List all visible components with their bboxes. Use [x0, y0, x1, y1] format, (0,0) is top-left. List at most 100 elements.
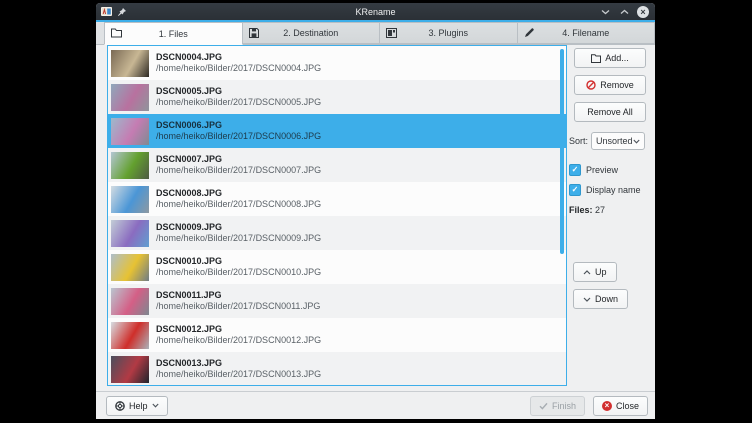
file-thumbnail	[111, 288, 149, 315]
preview-checkbox[interactable]: ✓	[569, 164, 581, 176]
file-path: /home/heiko/Bilder/2017/DSCN0007.JPG	[156, 165, 321, 176]
file-name: DSCN0009.JPG	[156, 222, 321, 233]
file-thumbnail	[111, 84, 149, 111]
file-name: DSCN0008.JPG	[156, 188, 321, 199]
tab-label: 1. Files	[159, 29, 188, 39]
sort-dropdown[interactable]: Unsorted	[591, 132, 645, 150]
folder-add-icon	[591, 54, 601, 63]
file-row[interactable]: DSCN0008.JPG /home/heiko/Bilder/2017/DSC…	[108, 182, 566, 216]
file-row[interactable]: DSCN0006.JPG /home/heiko/Bilder/2017/DSC…	[108, 114, 566, 148]
sort-label: Sort:	[569, 136, 588, 146]
file-thumbnail	[111, 254, 149, 281]
preview-checkbox-row[interactable]: ✓ Preview	[569, 164, 648, 176]
tab-filename[interactable]: 4. Filename	[518, 22, 656, 44]
tab-bar: 1. Files 2. Destination 3. Plugins 4. Fi…	[96, 22, 655, 45]
maximize-icon[interactable]	[618, 6, 630, 18]
pin-icon[interactable]	[117, 7, 127, 17]
finish-button-label: Finish	[552, 401, 576, 411]
down-button[interactable]: Down	[573, 289, 628, 309]
file-rows: DSCN0004.JPG /home/heiko/Bilder/2017/DSC…	[108, 46, 566, 386]
tab-label: 2. Destination	[283, 28, 338, 38]
pen-icon	[524, 28, 534, 38]
files-count-value: 27	[595, 205, 605, 215]
file-name: DSCN0007.JPG	[156, 154, 321, 165]
file-path: /home/heiko/Bilder/2017/DSCN0004.JPG	[156, 63, 321, 74]
help-button-label: Help	[129, 401, 148, 411]
close-icon[interactable]: ×	[637, 6, 649, 18]
tab-destination[interactable]: 2. Destination	[243, 22, 381, 44]
file-thumbnail	[111, 220, 149, 247]
file-path: /home/heiko/Bilder/2017/DSCN0013.JPG	[156, 369, 321, 380]
files-count: Files: 27	[569, 205, 648, 215]
file-row[interactable]: DSCN0011.JPG /home/heiko/Bilder/2017/DSC…	[108, 284, 566, 318]
up-button-label: Up	[595, 267, 607, 277]
help-icon	[115, 401, 125, 411]
up-button[interactable]: Up	[573, 262, 617, 282]
close-button-label: Close	[616, 401, 639, 411]
file-name: DSCN0011.JPG	[156, 290, 320, 301]
titlebar[interactable]: KRename ×	[96, 3, 655, 22]
minimize-icon[interactable]	[599, 6, 611, 18]
files-count-label: Files:	[569, 205, 593, 215]
file-thumbnail	[111, 186, 149, 213]
file-thumbnail	[111, 50, 149, 77]
file-path: /home/heiko/Bilder/2017/DSCN0010.JPG	[156, 267, 321, 278]
sort-dropdown-value: Unsorted	[596, 136, 633, 146]
tab-label: 3. Plugins	[428, 28, 468, 38]
file-row[interactable]: DSCN0004.JPG /home/heiko/Bilder/2017/DSC…	[108, 46, 566, 80]
display-name-checkbox-label: Display name	[586, 185, 641, 195]
remove-icon	[586, 80, 596, 90]
file-row[interactable]: DSCN0012.JPG /home/heiko/Bilder/2017/DSC…	[108, 318, 566, 352]
file-name: DSCN0012.JPG	[156, 324, 321, 335]
file-path: /home/heiko/Bilder/2017/DSCN0011.JPG	[156, 301, 320, 312]
preview-checkbox-label: Preview	[586, 165, 618, 175]
help-button[interactable]: Help	[106, 396, 168, 416]
file-list[interactable]: DSCN0004.JPG /home/heiko/Bilder/2017/DSC…	[107, 45, 567, 386]
plugin-icon	[386, 28, 397, 38]
file-path: /home/heiko/Bilder/2017/DSCN0006.JPG	[156, 131, 321, 142]
file-path: /home/heiko/Bilder/2017/DSCN0008.JPG	[156, 199, 321, 210]
file-row[interactable]: DSCN0007.JPG /home/heiko/Bilder/2017/DSC…	[108, 148, 566, 182]
add-button-label: Add...	[605, 53, 629, 63]
footer-bar: Help Finish × Close	[96, 391, 655, 419]
chevron-down-icon	[152, 403, 159, 408]
file-row[interactable]: DSCN0009.JPG /home/heiko/Bilder/2017/DSC…	[108, 216, 566, 250]
tab-files[interactable]: 1. Files	[104, 22, 243, 45]
file-row[interactable]: DSCN0010.JPG /home/heiko/Bilder/2017/DSC…	[108, 250, 566, 284]
vertical-scrollbar[interactable]	[560, 49, 564, 254]
window-title: KRename	[96, 7, 655, 17]
app-icon	[101, 6, 112, 17]
file-path: /home/heiko/Bilder/2017/DSCN0005.JPG	[156, 97, 321, 108]
remove-all-button-label: Remove All	[587, 107, 633, 117]
display-name-checkbox-row[interactable]: ✓ Display name	[569, 184, 648, 196]
file-name: DSCN0005.JPG	[156, 86, 321, 97]
file-path: /home/heiko/Bilder/2017/DSCN0009.JPG	[156, 233, 321, 244]
file-name: DSCN0004.JPG	[156, 52, 321, 63]
chevron-down-icon	[633, 139, 640, 144]
close-button[interactable]: × Close	[593, 396, 648, 416]
file-row[interactable]: DSCN0013.JPG /home/heiko/Bilder/2017/DSC…	[108, 352, 566, 386]
remove-button[interactable]: Remove	[574, 75, 646, 95]
tab-plugins[interactable]: 3. Plugins	[380, 22, 518, 44]
display-name-checkbox[interactable]: ✓	[569, 184, 581, 196]
file-thumbnail	[111, 152, 149, 179]
down-button-label: Down	[595, 294, 618, 304]
file-row[interactable]: DSCN0005.JPG /home/heiko/Bilder/2017/DSC…	[108, 80, 566, 114]
file-name: DSCN0006.JPG	[156, 120, 321, 131]
finish-button[interactable]: Finish	[530, 396, 585, 416]
file-thumbnail	[111, 118, 149, 145]
add-button[interactable]: Add...	[574, 48, 646, 68]
tab-label: 4. Filename	[562, 28, 609, 38]
save-icon	[249, 28, 259, 38]
file-thumbnail	[111, 322, 149, 349]
remove-all-button[interactable]: Remove All	[574, 102, 646, 122]
file-path: /home/heiko/Bilder/2017/DSCN0012.JPG	[156, 335, 321, 346]
check-icon	[539, 402, 548, 410]
krename-window: KRename × 1. Files 2. Destination	[96, 3, 655, 419]
sidebar: Add... Remove Remove All Sort: Unsorted …	[569, 45, 648, 386]
chevron-up-icon	[583, 270, 591, 275]
close-circle-icon: ×	[602, 401, 612, 411]
file-name: DSCN0013.JPG	[156, 358, 321, 369]
remove-button-label: Remove	[600, 80, 634, 90]
file-name: DSCN0010.JPG	[156, 256, 321, 267]
